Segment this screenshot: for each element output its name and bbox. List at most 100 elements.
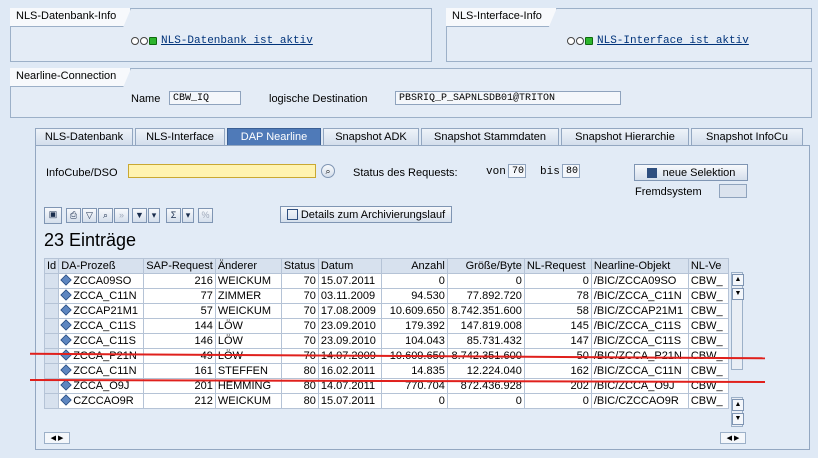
cell-groesse[interactable]: 85.731.432	[446, 333, 525, 349]
cell-da-prozess[interactable]: ZCCA_C11N	[58, 363, 145, 379]
row-selector[interactable]	[43, 303, 60, 319]
cell-sap-request[interactable]: 212	[143, 393, 216, 409]
tab-snapshot-stammdaten[interactable]: Snapshot Stammdaten	[421, 128, 559, 145]
neue-selektion-button[interactable]: neue Selektion	[634, 164, 748, 181]
sum-icon[interactable]: Σ	[166, 208, 181, 223]
col-status[interactable]: Status	[280, 258, 319, 274]
cell-nearline-objekt[interactable]: /BIC/ZCCA_C11N	[590, 363, 689, 379]
col-anzahl[interactable]: Anzahl	[380, 258, 448, 274]
sum-dropdown-icon[interactable]: ▾	[182, 208, 194, 223]
cell-nearline-objekt[interactable]: /BIC/ZCCAP21M1	[590, 303, 689, 319]
cell-groesse[interactable]: 8.742.351.600	[446, 303, 525, 319]
row-selector[interactable]	[43, 348, 60, 364]
filter-dropdown-icon[interactable]: ▾	[148, 208, 160, 223]
col-id[interactable]: Id	[43, 258, 60, 274]
cell-sap-request[interactable]: 216	[143, 273, 216, 289]
tab-nls-interface[interactable]: NLS-Interface	[135, 128, 225, 145]
cell-nearline-objekt[interactable]: /BIC/CZCCAO9R	[590, 393, 689, 409]
cell-nl-request[interactable]: 147	[523, 333, 592, 349]
horizontal-scrollbar-left[interactable]: ◀ ▶	[44, 432, 70, 444]
details-button[interactable]: Details zum Archivierungslauf	[280, 206, 452, 223]
name-field[interactable]: CBW_IQ	[169, 91, 241, 105]
cell-status[interactable]: 80	[280, 363, 319, 379]
row-selector[interactable]	[43, 288, 60, 304]
cell-nl-ve[interactable]: CBW_	[687, 393, 729, 409]
cell-da-prozess[interactable]: ZCCA_C11S	[58, 318, 145, 334]
scroll-down-icon[interactable]: ▼	[732, 288, 744, 300]
col-sap-request[interactable]: SAP-Request	[143, 258, 216, 274]
tab-nls-datenbank[interactable]: NLS-Datenbank	[35, 128, 133, 145]
filter-icon[interactable]: ▽	[82, 208, 97, 223]
cell-datum[interactable]: 15.07.2011	[317, 393, 382, 409]
row-selector[interactable]	[43, 393, 60, 409]
cell-groesse[interactable]: 147.819.008	[446, 318, 525, 334]
cell-sap-request[interactable]: 161	[143, 363, 216, 379]
horizontal-scrollbar-right[interactable]: ◀ ▶	[720, 432, 746, 444]
value-help-icon[interactable]: ⌕	[321, 164, 335, 178]
col-datum[interactable]: Datum	[317, 258, 382, 274]
scroll-up-icon[interactable]: ▲	[732, 274, 744, 286]
col-nl-request[interactable]: NL-Request	[523, 258, 592, 274]
cell-groesse[interactable]: 77.892.720	[446, 288, 525, 304]
table-row[interactable]: CZCCAO9R 212 WEICKUM 80 15.07.2011 0 0 0/BIC/CZ…	[43, 393, 729, 409]
cell-nl-ve[interactable]: CBW_	[687, 288, 729, 304]
cell-anzahl[interactable]: 14.835	[380, 363, 448, 379]
cell-da-prozess[interactable]: ZCCAP21M1	[58, 303, 145, 319]
cell-datum[interactable]: 23.09.2010	[317, 333, 382, 349]
scroll-down-icon[interactable]: ▼	[732, 413, 744, 425]
cell-sap-request[interactable]: 146	[143, 333, 216, 349]
cell-nl-request[interactable]: 145	[523, 318, 592, 334]
cell-groesse[interactable]: 0	[446, 273, 525, 289]
cell-sap-request[interactable]: 49	[143, 348, 216, 364]
cell-nl-ve[interactable]: CBW_	[687, 273, 729, 289]
set-filter-icon[interactable]: ▼	[132, 208, 147, 223]
cell-nl-request[interactable]: 0	[523, 393, 592, 409]
von-field[interactable]: 70	[508, 164, 526, 178]
cell-da-prozess[interactable]: ZCCA_C11S	[58, 333, 145, 349]
cell-nearline-objekt[interactable]: /BIC/ZCCA09SO	[590, 273, 689, 289]
cell-aenderer[interactable]: LÖW	[214, 333, 282, 349]
cell-nl-ve[interactable]: CBW_	[687, 363, 729, 379]
cell-sap-request[interactable]: 57	[143, 303, 216, 319]
bis-field[interactable]: 80	[562, 164, 580, 178]
cell-da-prozess[interactable]: ZCCA_P21N	[58, 348, 145, 364]
cell-anzahl[interactable]: 104.043	[380, 333, 448, 349]
cell-nearline-objekt[interactable]: /BIC/ZCCA_C11N	[590, 288, 689, 304]
db-status-text[interactable]: NLS-Datenbank ist aktiv	[161, 35, 313, 47]
row-selector[interactable]	[43, 273, 60, 289]
row-selector[interactable]	[43, 318, 60, 334]
col-nearline-objekt[interactable]: Nearline-Objekt	[590, 258, 689, 274]
subtotal-icon[interactable]: %	[198, 208, 213, 223]
col-da-prozess[interactable]: DA-Prozeß	[58, 258, 145, 274]
cell-nl-ve[interactable]: CBW_	[687, 303, 729, 319]
table-row[interactable]: ZCCA09SO 216 WEICKUM 70 15.07.2011 0 0 0/BIC/ZC…	[43, 273, 729, 289]
cell-da-prozess[interactable]: CZCCAO9R	[58, 393, 145, 409]
scroll-up-icon[interactable]: ▲	[732, 399, 744, 411]
tab-dap-nearline[interactable]: DAP Nearline	[227, 128, 321, 145]
cell-anzahl[interactable]: 10.609.650	[380, 303, 448, 319]
table-row[interactable]: ZCCAP21M1 57 WEICKUM 70 17.08.2009 10.609.650…	[43, 303, 729, 319]
cell-datum[interactable]: 17.08.2009	[317, 303, 382, 319]
cell-aenderer[interactable]: WEICKUM	[214, 303, 282, 319]
cell-nearline-objekt[interactable]: /BIC/ZCCA_C11S	[590, 318, 689, 334]
cell-datum[interactable]: 23.09.2010	[317, 318, 382, 334]
destination-field[interactable]: PBSRIQ_P_SAPNLSDB01@TRITON	[395, 91, 621, 105]
cell-groesse[interactable]: 0	[446, 393, 525, 409]
cell-aenderer[interactable]: ZIMMER	[214, 288, 282, 304]
table-row[interactable]: ZCCA_C11N 77 ZIMMER 70 03.11.2009 94.530 77.89…	[43, 288, 729, 304]
cell-nl-request[interactable]: 162	[523, 363, 592, 379]
col-nl-ve[interactable]: NL-Ve	[687, 258, 729, 274]
if-status-text[interactable]: NLS-Interface ist aktiv	[597, 35, 749, 47]
cell-datum[interactable]: 15.07.2011	[317, 273, 382, 289]
cell-status[interactable]: 70	[280, 288, 319, 304]
select-all-icon[interactable]: ▣	[44, 207, 62, 224]
row-selector[interactable]	[43, 333, 60, 349]
cell-status[interactable]: 70	[280, 318, 319, 334]
cell-status[interactable]: 70	[280, 333, 319, 349]
cell-datum[interactable]: 16.02.2011	[317, 363, 382, 379]
cell-status[interactable]: 70	[280, 273, 319, 289]
table-row[interactable]: ZCCA_C11N 161 STEFFEN 80 16.02.2011 14.835 12.…	[43, 363, 729, 379]
cell-anzahl[interactable]: 0	[380, 393, 448, 409]
cell-status[interactable]: 80	[280, 393, 319, 409]
fremdsystem-checkbox[interactable]	[719, 184, 747, 198]
